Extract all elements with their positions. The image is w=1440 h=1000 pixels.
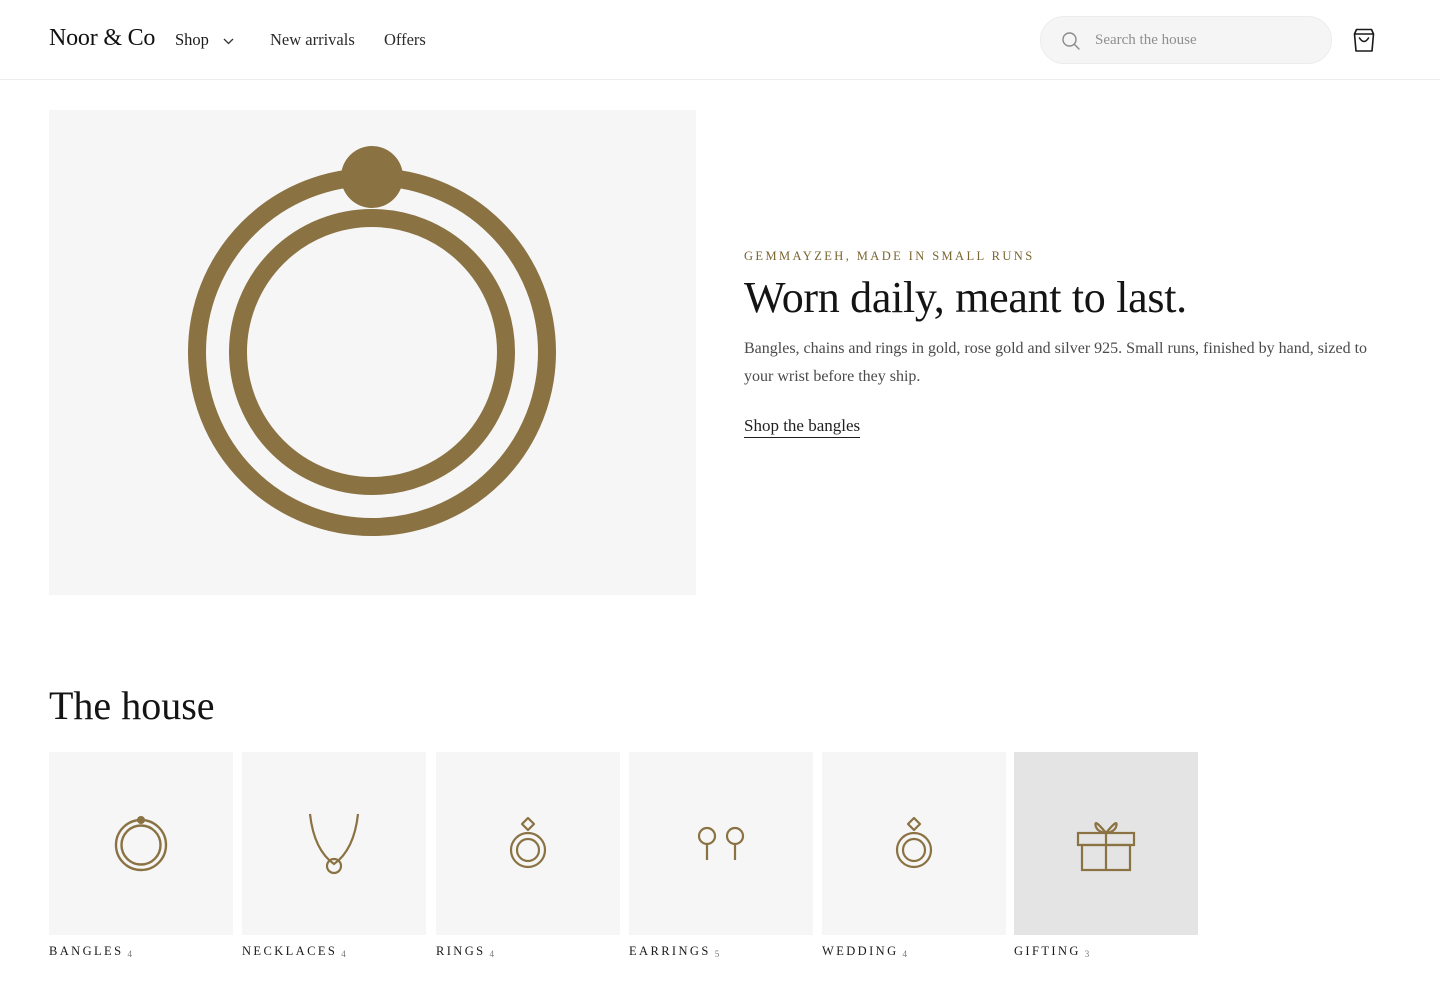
category-label: GIFTING 3 bbox=[1014, 944, 1090, 959]
category-count: 5 bbox=[714, 949, 720, 959]
ring-icon bbox=[509, 816, 547, 868]
category-label: RINGS 4 bbox=[436, 944, 495, 959]
category-label: EARRINGS 5 bbox=[629, 944, 720, 959]
category-image bbox=[629, 752, 813, 935]
hero-image bbox=[49, 110, 696, 595]
category-label: BANGLES 4 bbox=[49, 944, 132, 959]
category-image bbox=[1014, 752, 1198, 935]
hero-title: Worn daily, meant to last. bbox=[744, 273, 1187, 322]
earrings-icon bbox=[697, 826, 745, 860]
category-count: 4 bbox=[902, 949, 908, 959]
search-input[interactable] bbox=[1095, 17, 1315, 63]
nav-offers[interactable]: Offers bbox=[384, 30, 426, 50]
category-tile-necklaces[interactable]: NECKLACES 4 bbox=[242, 752, 426, 959]
shop-bangles-link[interactable]: Shop the bangles bbox=[744, 416, 861, 438]
category-image bbox=[242, 752, 426, 935]
search-icon bbox=[1061, 31, 1081, 56]
category-count: 4 bbox=[489, 949, 495, 959]
category-label: NECKLACES 4 bbox=[242, 944, 346, 959]
nav-new-arrivals[interactable]: New arrivals bbox=[270, 30, 355, 50]
category-tile-wedding[interactable]: WEDDING 4 bbox=[822, 752, 1006, 959]
site-header: Noor & Co Shop New arrivals Offers bbox=[0, 0, 1440, 80]
search-bar[interactable] bbox=[1040, 16, 1332, 64]
wedding-ring-icon bbox=[895, 816, 933, 868]
brand-logo[interactable]: Noor & Co bbox=[49, 25, 155, 52]
necklace-icon bbox=[308, 813, 360, 874]
category-tile-gifting[interactable]: GIFTING 3 bbox=[1014, 752, 1198, 959]
category-image bbox=[49, 752, 233, 935]
category-count: 4 bbox=[341, 949, 346, 959]
gift-icon bbox=[1076, 821, 1136, 871]
category-image bbox=[436, 752, 620, 935]
category-tile-bangles[interactable]: BANGLES 4 bbox=[49, 752, 233, 959]
category-count: 4 bbox=[127, 949, 132, 959]
hero-description: Bangles, chains and rings in gold, rose … bbox=[744, 340, 1368, 385]
category-image bbox=[822, 752, 1006, 935]
bangle-icon bbox=[188, 146, 556, 536]
chevron-down-icon bbox=[223, 30, 234, 50]
shopping-bag-icon[interactable] bbox=[1350, 26, 1378, 54]
nav-shop-label: Shop bbox=[175, 30, 209, 49]
bangle-icon bbox=[114, 815, 168, 871]
category-count: 3 bbox=[1084, 949, 1090, 959]
category-tile-rings[interactable]: RINGS 4 bbox=[436, 752, 620, 959]
category-tile-earrings[interactable]: EARRINGS 5 bbox=[629, 752, 813, 959]
nav-shop[interactable]: Shop bbox=[175, 30, 234, 50]
hero-eyebrow: GEMMAYZEH, MADE IN SMALL RUNS bbox=[744, 249, 1035, 263]
section-title: The house bbox=[49, 683, 215, 728]
category-label: WEDDING 4 bbox=[822, 944, 908, 959]
